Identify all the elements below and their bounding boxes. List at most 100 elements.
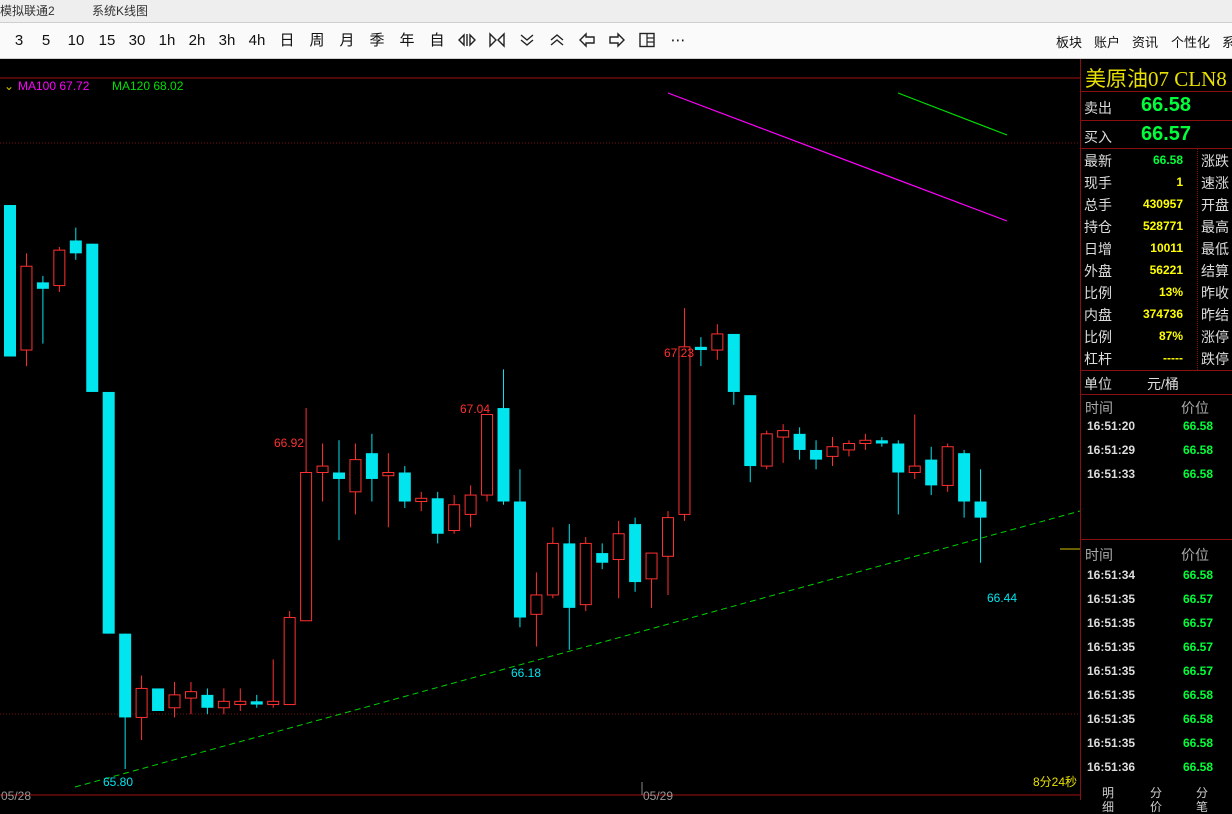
tick-time: 16:51:35 (1087, 616, 1136, 630)
period-custom-button[interactable]: 自 (428, 31, 446, 51)
candle-body (365, 453, 378, 479)
tick-row: 16:51:20 66.58 (1081, 415, 1232, 439)
fit-icon[interactable] (488, 32, 508, 52)
quote-value: 10011 (1150, 241, 1183, 255)
candle-body (119, 633, 132, 718)
more-icon[interactable]: ⋯ (668, 31, 688, 51)
quote-value: 87% (1158, 329, 1183, 343)
period-week-button[interactable]: 周 (308, 31, 326, 51)
quote-value: 13% (1158, 285, 1183, 299)
candle-body (810, 449, 823, 460)
tick-row: 16:51:35 66.57 (1081, 588, 1232, 612)
period-3min-button[interactable]: 3 (11, 31, 27, 51)
period-year-button[interactable]: 年 (398, 31, 416, 51)
tick-price: 66.57 (1182, 664, 1213, 678)
tab-detail[interactable]: 明细 (1102, 786, 1114, 814)
quote-right-label: 涨跌 (1201, 153, 1229, 169)
candle-body (908, 465, 921, 474)
candle-body (152, 688, 165, 711)
period-day-button[interactable]: 日 (278, 31, 296, 51)
tick-time: 16:51:36 (1087, 760, 1136, 774)
period-15min-button[interactable]: 15 (96, 31, 118, 51)
quote-row: 总手 430957 开盘 (1081, 193, 1232, 215)
candle-body (316, 465, 329, 474)
split-view-icon[interactable] (458, 32, 478, 52)
tab-price-distribution[interactable]: 分价 (1150, 786, 1162, 814)
candle-body (826, 446, 839, 457)
candle-body (333, 472, 345, 479)
kline-chart[interactable]: ⌄ MA100 67.72 MA120 68.02 67.23 67.04 66… (0, 59, 1080, 800)
period-quarter-button[interactable]: 季 (368, 31, 386, 51)
tick-row: 16:51:35 66.57 (1081, 636, 1232, 660)
candle-body (612, 533, 625, 561)
candle-body (958, 453, 971, 502)
indicator-toggle-icon[interactable]: ⌄ (4, 79, 14, 93)
scroll-up-icon[interactable] (548, 32, 568, 52)
divider (1081, 370, 1232, 371)
high-price-label-3: 66.92 (274, 436, 304, 450)
period-30min-button[interactable]: 30 (126, 31, 148, 51)
period-1h-button[interactable]: 1h (156, 31, 178, 51)
menu-personalize[interactable]: 个性化 (1171, 32, 1210, 51)
low-price-label-2: 66.18 (511, 666, 541, 680)
candle-body (201, 694, 214, 708)
quote-label: 最新 (1084, 153, 1112, 169)
quote-right-label: 结算 (1201, 263, 1229, 279)
tick-row: 16:51:35 66.57 (1081, 660, 1232, 684)
back-icon[interactable] (578, 32, 598, 52)
candle-body (69, 240, 82, 254)
candle-body (382, 472, 395, 477)
divider (1081, 120, 1232, 121)
forward-icon[interactable] (608, 32, 628, 52)
candle-body (415, 497, 428, 503)
tick-time: 16:51:35 (1087, 592, 1136, 606)
candle-body (563, 543, 576, 608)
candle-body (629, 524, 642, 583)
period-5min-button[interactable]: 5 (38, 31, 54, 51)
time-header-2: 时间 (1085, 547, 1113, 563)
scroll-down-icon[interactable] (518, 32, 538, 52)
quote-row: 比例 13% 昨收 (1081, 281, 1232, 303)
instrument-title: 美原油07 CLN8 (1085, 67, 1227, 91)
period-4h-button[interactable]: 4h (246, 31, 268, 51)
period-2h-button[interactable]: 2h (186, 31, 208, 51)
candle-body (760, 433, 773, 467)
quote-label: 外盘 (1084, 263, 1112, 279)
menu-sector[interactable]: 板块 (1056, 32, 1082, 51)
candle-body (596, 553, 609, 563)
quote-label: 比例 (1084, 329, 1112, 345)
menu-news[interactable]: 资讯 (1132, 32, 1158, 51)
layout-icon[interactable] (638, 32, 658, 52)
candle-body (102, 391, 115, 634)
divider (1081, 394, 1232, 395)
period-10min-button[interactable]: 10 (65, 31, 87, 51)
period-3h-button[interactable]: 3h (216, 31, 238, 51)
tick-price: 66.57 (1182, 592, 1213, 606)
svg-text:MA100 67.72: MA100 67.72 (18, 79, 90, 93)
candle-body (744, 395, 757, 467)
candle-body (481, 413, 494, 496)
quote-right-label: 昨收 (1201, 285, 1229, 301)
ma100-label: MA100 (18, 79, 56, 93)
candle-body (431, 498, 444, 534)
quote-value: ----- (1163, 351, 1183, 365)
candle-body (546, 542, 559, 596)
candle-body (283, 617, 296, 706)
tick-row: 16:51:35 66.58 (1081, 708, 1232, 732)
menu-system[interactable]: 系 (1222, 32, 1232, 51)
ma100-line (667, 92, 1008, 222)
candle-body (184, 691, 197, 699)
period-month-button[interactable]: 月 (338, 31, 356, 51)
unit-row: 单位 元/桶 (1081, 372, 1232, 394)
tab-tick-by-tick[interactable]: 分笔 (1196, 786, 1208, 814)
quote-value: 528771 (1142, 219, 1183, 233)
window-tab-bar: 模拟联通2 系统K线图 (0, 0, 1232, 23)
quote-value: 430957 (1142, 197, 1183, 211)
quote-right-label: 跌停 (1201, 351, 1229, 367)
candle-body (464, 494, 477, 515)
tick-row: 16:51:35 66.58 (1081, 732, 1232, 756)
tab-simulated-account[interactable]: 模拟联通2 (0, 2, 55, 20)
bid-label: 买入 (1084, 129, 1112, 145)
menu-account[interactable]: 账户 (1094, 32, 1120, 51)
tab-kline-chart[interactable]: 系统K线图 (92, 2, 148, 20)
